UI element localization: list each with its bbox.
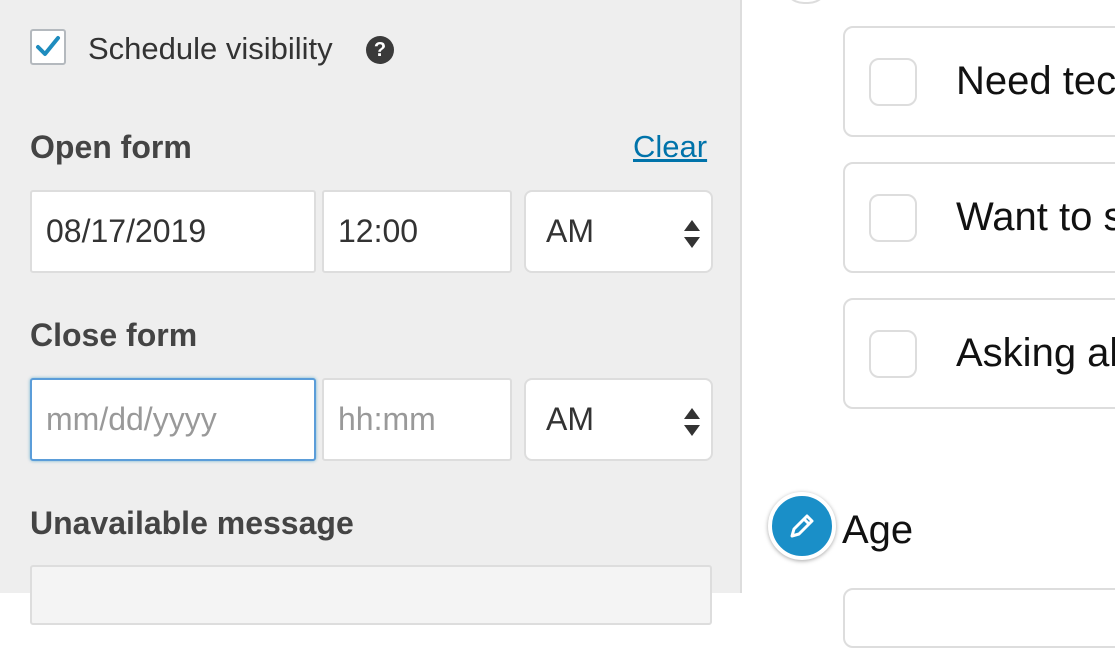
open-ampm-value: AM — [546, 213, 594, 249]
edit-field-button[interactable] — [768, 492, 836, 560]
close-ampm-value: AM — [546, 401, 594, 437]
checkbox-option[interactable]: Asking al — [843, 298, 1115, 409]
checkbox-option[interactable]: Want to s — [843, 162, 1115, 273]
clear-link[interactable]: Clear — [633, 129, 707, 165]
option-checkbox[interactable] — [869, 330, 917, 378]
question-circle-icon[interactable]: ? — [366, 36, 394, 64]
option-checkbox[interactable] — [869, 194, 917, 242]
checkmark-icon — [36, 36, 60, 56]
schedule-visibility-label[interactable]: Schedule visibility — [88, 30, 333, 68]
pencil-icon — [790, 514, 814, 538]
option-label: Asking al — [956, 331, 1115, 375]
age-input[interactable] — [843, 588, 1115, 648]
open-time-input[interactable]: 12:00 — [322, 190, 512, 273]
close-ampm-select[interactable]: AM — [524, 378, 713, 461]
open-form-label: Open form — [30, 129, 192, 165]
field-label-age: Age — [842, 508, 914, 552]
unavailable-message-label: Unavailable message — [30, 505, 354, 541]
schedule-visibility-checkbox[interactable] — [30, 29, 66, 65]
option-label: Need tec — [956, 59, 1115, 103]
close-time-input[interactable]: hh:mm — [322, 378, 512, 461]
option-label: Want to s — [956, 195, 1115, 239]
select-arrows-icon — [684, 408, 700, 436]
checkbox-option[interactable]: Need tec — [843, 26, 1115, 137]
select-arrows-icon — [684, 220, 700, 248]
option-checkbox[interactable] — [869, 58, 917, 106]
unavailable-message-textarea[interactable] — [30, 565, 712, 625]
form-settings-panel: Schedule visibility ? Open form Clear 08… — [0, 0, 742, 625]
field-badge-partial — [782, 0, 830, 4]
open-date-input[interactable]: 08/17/2019 — [30, 190, 316, 273]
open-ampm-select[interactable]: AM — [524, 190, 713, 273]
close-date-input[interactable]: mm/dd/yyyy — [30, 378, 316, 461]
close-form-label: Close form — [30, 317, 198, 353]
